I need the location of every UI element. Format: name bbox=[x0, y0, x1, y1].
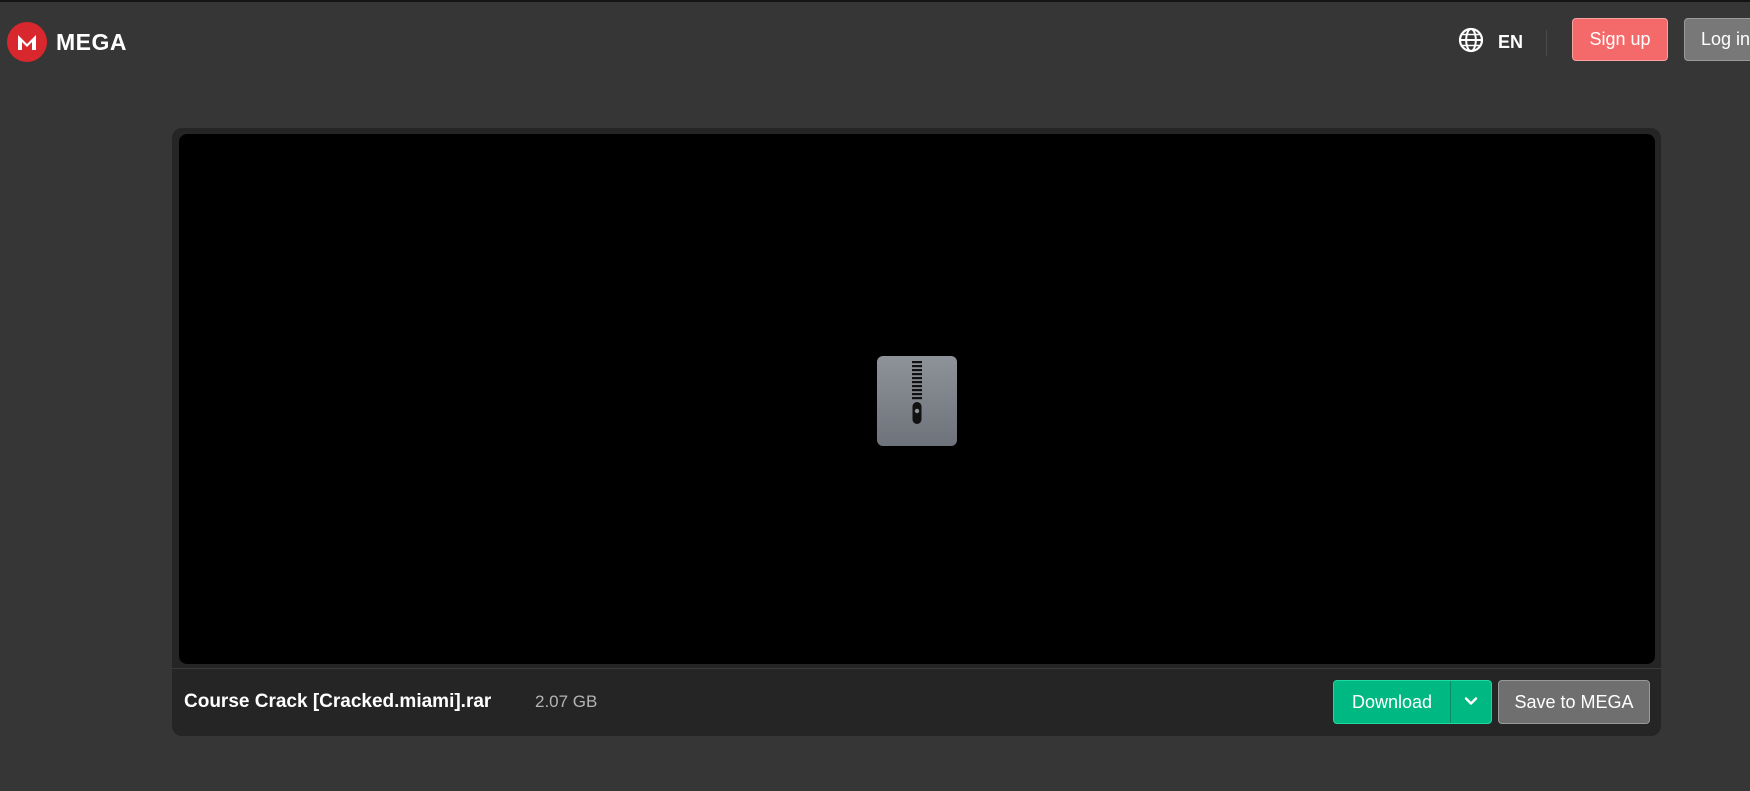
language-code: EN bbox=[1498, 32, 1524, 52]
top-bar: MEGA EN Sign up Log in bbox=[0, 0, 1750, 84]
brand-name: MEGA bbox=[56, 28, 127, 55]
file-viewer: Course Crack [Cracked.miami].rar 2.07 GB… bbox=[172, 128, 1661, 736]
download-options-toggle[interactable] bbox=[1451, 681, 1491, 723]
save-to-mega-button[interactable]: Save to MEGA bbox=[1498, 680, 1650, 724]
file-preview-area bbox=[179, 134, 1655, 664]
language-selector[interactable]: EN bbox=[1458, 27, 1523, 58]
file-info-bar: Course Crack [Cracked.miami].rar 2.07 GB… bbox=[172, 668, 1661, 736]
chevron-down-icon bbox=[1464, 693, 1478, 711]
zip-archive-icon bbox=[877, 356, 957, 446]
mega-logo-icon bbox=[7, 22, 47, 62]
header-divider bbox=[1546, 30, 1547, 56]
download-button[interactable]: Download bbox=[1333, 680, 1492, 724]
globe-icon bbox=[1458, 27, 1484, 58]
file-size: 2.07 GB bbox=[535, 692, 598, 711]
signup-button[interactable]: Sign up bbox=[1572, 18, 1668, 61]
mega-logo[interactable]: MEGA bbox=[7, 22, 127, 62]
login-button[interactable]: Log in bbox=[1684, 18, 1750, 61]
download-label: Download bbox=[1351, 691, 1433, 712]
file-name: Course Crack [Cracked.miami].rar bbox=[184, 691, 492, 712]
